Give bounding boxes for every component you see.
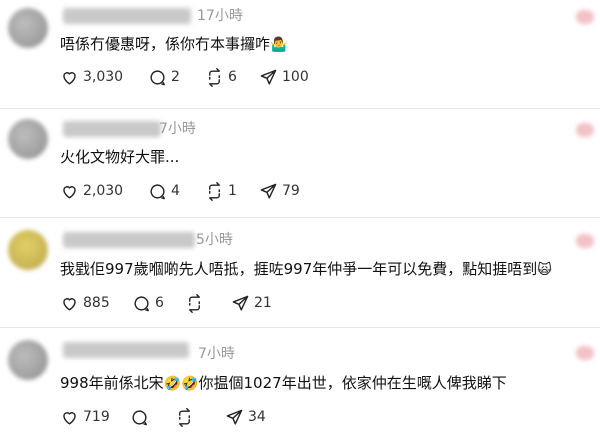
like-count: 719 — [83, 409, 110, 425]
more-options-icon[interactable] — [576, 10, 594, 24]
avatar[interactable] — [8, 340, 48, 380]
share-count: 21 — [254, 295, 272, 311]
post-time: 7小時 — [198, 346, 235, 362]
comment-icon — [150, 183, 165, 199]
post-text: 唔係冇優惠呀，係你冇本事攞咋🤷‍♂️ — [60, 35, 288, 53]
repost-count: 6 — [228, 69, 237, 85]
post-text: 我戥佢997歲嗰啲先人唔抵，捱咗997年仲爭一年可以免費，點知捱唔到🙀 — [60, 260, 552, 278]
avatar[interactable] — [8, 230, 48, 270]
like-button[interactable]: 2,030 — [60, 181, 123, 201]
share-button[interactable]: 100 — [259, 67, 309, 87]
username-blurred[interactable] — [63, 342, 189, 358]
share-icon — [260, 183, 277, 199]
share-icon — [232, 295, 249, 311]
like-count: 885 — [83, 295, 110, 311]
post-text: 火化文物好大罪... — [60, 148, 180, 166]
repost-icon — [209, 181, 220, 201]
post: 7小時 火化文物好大罪... 2,030 4 1 79 — [0, 109, 600, 217]
share-count: 79 — [282, 183, 300, 199]
comment-count: 6 — [155, 295, 164, 311]
repost-icon — [209, 67, 220, 87]
more-options-icon[interactable] — [576, 234, 594, 248]
share-button[interactable]: 34 — [225, 407, 266, 427]
comment-icon — [132, 409, 147, 425]
share-button[interactable]: 21 — [231, 293, 272, 313]
post-time: 7小時 — [159, 121, 196, 137]
emoji: 🤣🤣 — [163, 376, 199, 392]
post: 5小時 我戥佢997歲嗰啲先人唔抵，捱咗997年仲爭一年可以免費，點知捱唔到🙀 … — [0, 218, 600, 326]
more-options-icon[interactable] — [576, 123, 594, 137]
heart-icon — [63, 411, 76, 425]
like-button[interactable]: 885 — [60, 293, 110, 313]
emoji: 🤷‍♂️ — [270, 37, 288, 53]
comment-icon — [134, 295, 149, 311]
avatar[interactable] — [8, 8, 48, 48]
heart-icon — [63, 297, 76, 311]
like-count: 2,030 — [83, 183, 124, 199]
comment-button[interactable]: 6 — [132, 293, 164, 313]
post: 7小時 998年前係北宋🤣🤣你揾個1027年出世，依家仲在生嘅人俾我睇下 719… — [0, 328, 600, 436]
comment-button[interactable]: 2 — [148, 67, 180, 87]
comment-button[interactable]: 4 — [148, 181, 180, 201]
username-blurred[interactable] — [63, 232, 195, 248]
repost-button[interactable]: 1 — [205, 181, 237, 201]
repost-button[interactable] — [175, 407, 194, 427]
like-button[interactable]: 719 — [60, 407, 110, 427]
share-count: 100 — [282, 69, 309, 85]
avatar[interactable] — [8, 119, 48, 159]
username-blurred[interactable] — [63, 121, 161, 137]
comment-icon — [150, 69, 165, 85]
repost-button[interactable]: 6 — [205, 67, 237, 87]
like-count: 3,030 — [83, 69, 124, 85]
comment-count: 2 — [171, 69, 180, 85]
emoji: 🙀 — [537, 262, 552, 278]
share-icon — [226, 409, 243, 425]
share-icon — [260, 69, 277, 85]
comment-button[interactable] — [130, 407, 149, 427]
repost-icon — [179, 407, 190, 427]
heart-icon — [63, 71, 76, 85]
post: 17小時 唔係冇優惠呀，係你冇本事攞咋🤷‍♂️ 3,030 2 6 100 — [0, 0, 600, 108]
more-options-icon[interactable] — [576, 346, 594, 360]
repost-button[interactable] — [185, 293, 204, 313]
post-time: 17小時 — [197, 8, 243, 24]
repost-icon — [189, 293, 200, 313]
share-count: 34 — [248, 409, 266, 425]
repost-count: 1 — [228, 183, 237, 199]
comment-count: 4 — [171, 183, 180, 199]
username-blurred[interactable] — [63, 8, 191, 24]
post-text: 998年前係北宋🤣🤣你揾個1027年出世，依家仲在生嘅人俾我睇下 — [60, 374, 507, 392]
like-button[interactable]: 3,030 — [60, 67, 123, 87]
post-time: 5小時 — [196, 232, 233, 248]
share-button[interactable]: 79 — [259, 181, 300, 201]
heart-icon — [63, 185, 76, 199]
